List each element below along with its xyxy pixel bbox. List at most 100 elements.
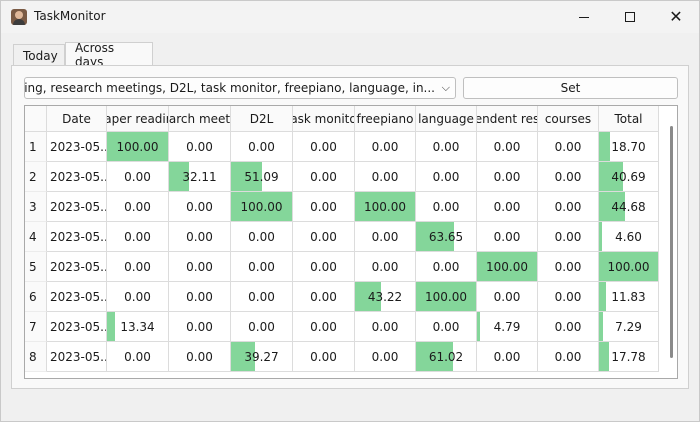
column-header[interactable]: endent res	[477, 106, 538, 132]
value-cell[interactable]: 0.00	[169, 252, 231, 282]
maximize-button[interactable]	[607, 1, 653, 33]
value-cell[interactable]: 18.70	[599, 132, 659, 162]
value-cell[interactable]: 0.00	[293, 252, 355, 282]
column-header[interactable]: Total	[599, 106, 659, 132]
value-cell[interactable]: 100.00	[107, 132, 169, 162]
row-header[interactable]: 5	[25, 252, 47, 282]
value-cell[interactable]: 0.00	[416, 192, 477, 222]
column-header[interactable]: arch meet	[169, 106, 231, 132]
value-cell[interactable]: 13.34	[107, 312, 169, 342]
date-cell[interactable]: 2023-05...	[47, 162, 107, 192]
row-header[interactable]: 6	[25, 282, 47, 312]
value-cell[interactable]: 0.00	[538, 222, 599, 252]
value-cell[interactable]: 100.00	[599, 252, 659, 282]
value-cell[interactable]: 0.00	[231, 312, 293, 342]
value-cell[interactable]: 7.29	[599, 312, 659, 342]
date-cell[interactable]: 2023-05...	[47, 282, 107, 312]
column-header[interactable]: D2L	[231, 106, 293, 132]
value-cell[interactable]: 0.00	[169, 222, 231, 252]
value-cell[interactable]: 0.00	[477, 342, 538, 372]
value-cell[interactable]: 0.00	[169, 312, 231, 342]
row-header[interactable]: 2	[25, 162, 47, 192]
value-cell[interactable]: 0.00	[416, 312, 477, 342]
value-cell[interactable]: 100.00	[477, 252, 538, 282]
column-header[interactable]: courses	[538, 106, 599, 132]
value-cell[interactable]: 0.00	[355, 132, 416, 162]
value-cell[interactable]: 100.00	[355, 192, 416, 222]
value-cell[interactable]: 0.00	[107, 252, 169, 282]
value-cell[interactable]: 0.00	[231, 282, 293, 312]
date-cell[interactable]: 2023-05...	[47, 222, 107, 252]
row-header[interactable]: 1	[25, 132, 47, 162]
value-cell[interactable]: 11.83	[599, 282, 659, 312]
value-cell[interactable]: 0.00	[355, 252, 416, 282]
column-header[interactable]: Date	[47, 106, 107, 132]
value-cell[interactable]: 0.00	[231, 252, 293, 282]
value-cell[interactable]: 0.00	[107, 222, 169, 252]
tab-across-days[interactable]: Across days	[65, 41, 153, 69]
date-cell[interactable]: 2023-05...	[47, 252, 107, 282]
value-cell[interactable]: 0.00	[107, 342, 169, 372]
value-cell[interactable]: 0.00	[355, 222, 416, 252]
value-cell[interactable]: 0.00	[416, 162, 477, 192]
date-cell[interactable]: 2023-05...	[47, 132, 107, 162]
value-cell[interactable]: 43.22	[355, 282, 416, 312]
value-cell[interactable]: 4.60	[599, 222, 659, 252]
value-cell[interactable]: 0.00	[355, 162, 416, 192]
row-header[interactable]: 7	[25, 312, 47, 342]
column-header[interactable]: language	[416, 106, 477, 132]
row-header[interactable]: 4	[25, 222, 47, 252]
value-cell[interactable]: 0.00	[416, 132, 477, 162]
value-cell[interactable]: 0.00	[107, 282, 169, 312]
value-cell[interactable]: 32.11	[169, 162, 231, 192]
value-cell[interactable]: 63.65	[416, 222, 477, 252]
column-header[interactable]: freepiano	[355, 106, 416, 132]
value-cell[interactable]: 0.00	[169, 342, 231, 372]
value-cell[interactable]: 0.00	[169, 282, 231, 312]
minimize-button[interactable]	[561, 1, 607, 33]
value-cell[interactable]: 0.00	[416, 252, 477, 282]
row-header[interactable]: 3	[25, 192, 47, 222]
value-cell[interactable]: 0.00	[538, 282, 599, 312]
task-selector-dropdown[interactable]: paper reading, research meetings, D2L, t…	[24, 77, 456, 99]
value-cell[interactable]: 61.02	[416, 342, 477, 372]
data-table[interactable]: Date aper readir arch meet D2L ask monito fre…	[24, 105, 678, 379]
value-cell[interactable]: 0.00	[538, 342, 599, 372]
value-cell[interactable]: 0.00	[293, 192, 355, 222]
value-cell[interactable]: 0.00	[355, 312, 416, 342]
value-cell[interactable]: 39.27	[231, 342, 293, 372]
value-cell[interactable]: 0.00	[538, 312, 599, 342]
column-header[interactable]: aper readir	[107, 106, 169, 132]
value-cell[interactable]: 0.00	[477, 282, 538, 312]
date-cell[interactable]: 2023-05...	[47, 342, 107, 372]
value-cell[interactable]: 0.00	[293, 222, 355, 252]
value-cell[interactable]: 0.00	[355, 342, 416, 372]
value-cell[interactable]: 0.00	[538, 132, 599, 162]
value-cell[interactable]: 0.00	[293, 162, 355, 192]
set-button[interactable]: Set	[463, 77, 678, 99]
value-cell[interactable]: 0.00	[538, 162, 599, 192]
value-cell[interactable]: 0.00	[538, 252, 599, 282]
value-cell[interactable]: 51.09	[231, 162, 293, 192]
value-cell[interactable]: 0.00	[477, 132, 538, 162]
close-button[interactable]: ✕	[653, 1, 699, 33]
value-cell[interactable]: 0.00	[293, 282, 355, 312]
value-cell[interactable]: 100.00	[231, 192, 293, 222]
value-cell[interactable]: 40.69	[599, 162, 659, 192]
value-cell[interactable]: 0.00	[169, 132, 231, 162]
column-header[interactable]: ask monito	[293, 106, 355, 132]
vertical-scrollbar[interactable]	[663, 106, 677, 378]
value-cell[interactable]: 0.00	[538, 192, 599, 222]
value-cell[interactable]: 4.79	[477, 312, 538, 342]
value-cell[interactable]: 0.00	[231, 132, 293, 162]
value-cell[interactable]: 0.00	[107, 192, 169, 222]
value-cell[interactable]: 100.00	[416, 282, 477, 312]
value-cell[interactable]: 0.00	[293, 312, 355, 342]
value-cell[interactable]: 0.00	[477, 192, 538, 222]
chevron-down-icon[interactable]: ⌵	[442, 81, 450, 95]
value-cell[interactable]: 0.00	[293, 342, 355, 372]
scrollbar-thumb[interactable]	[670, 126, 673, 358]
value-cell[interactable]: 0.00	[477, 162, 538, 192]
value-cell[interactable]: 0.00	[107, 162, 169, 192]
row-header[interactable]: 8	[25, 342, 47, 372]
